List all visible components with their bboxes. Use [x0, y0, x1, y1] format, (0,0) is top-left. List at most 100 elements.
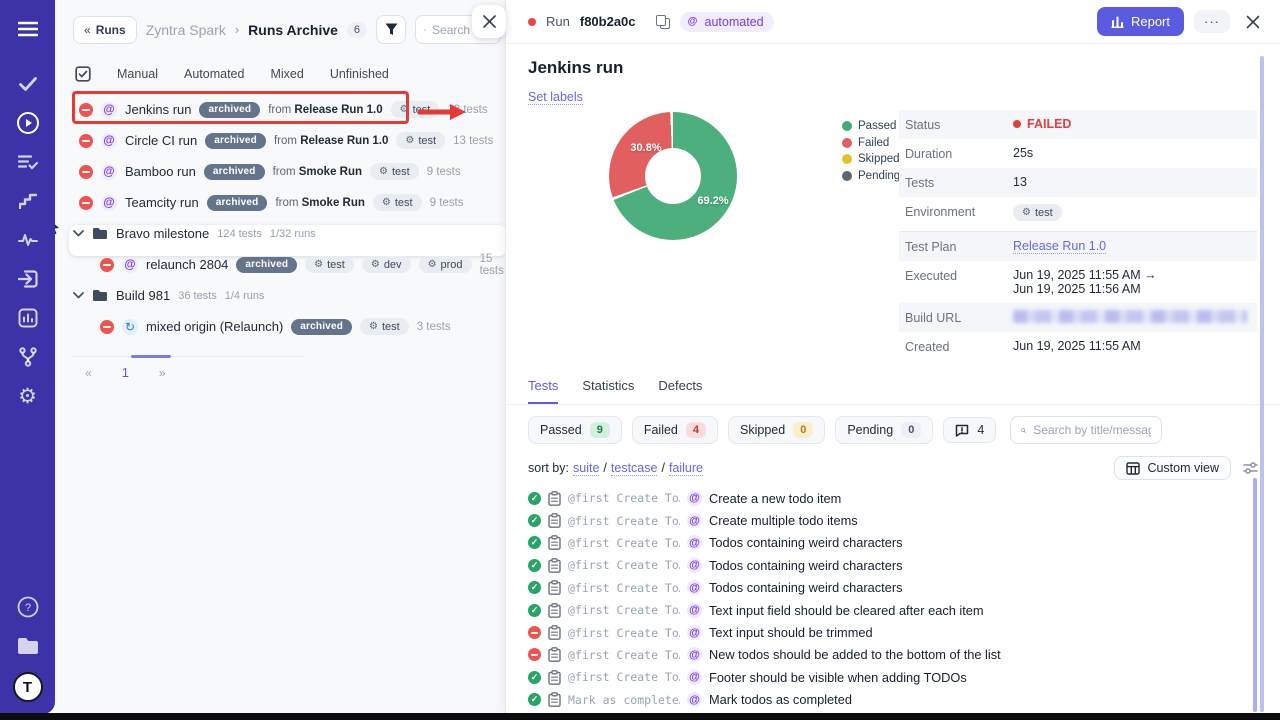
pagination: « 1 »	[73, 356, 303, 380]
clipboard-icon	[548, 535, 561, 550]
report-button[interactable]: Report	[1097, 7, 1184, 36]
gear-icon: ⚙	[405, 135, 414, 146]
gear-icon: ⚙	[314, 259, 323, 270]
run-row-relaunch-2804[interactable]: @ relaunch 2804 archived ⚙test ⚙dev ⚙pro…	[55, 249, 505, 280]
test-plans-icon[interactable]	[15, 149, 41, 175]
chevron-down-icon[interactable]	[73, 230, 84, 237]
filter-button[interactable]	[376, 15, 406, 44]
select-all-icon[interactable]	[75, 66, 91, 82]
next-page-button[interactable]: »	[159, 366, 166, 380]
test-row[interactable]: Mark as complete… @ Mark todos as comple…	[528, 689, 1280, 711]
menu-icon[interactable]	[15, 16, 41, 42]
test-row[interactable]: @first Create To… @ New todos should be …	[528, 644, 1280, 666]
tab-unfinished[interactable]: Unfinished	[330, 67, 389, 81]
failed-status-icon	[79, 103, 93, 117]
test-row[interactable]: @first Create To… @ Text input should be…	[528, 621, 1280, 643]
run-row-jenkins[interactable]: @ Jenkins run archived from Release Run …	[55, 94, 505, 125]
close-detail-button[interactable]	[1240, 11, 1266, 33]
detail-scrollbar[interactable]	[1260, 56, 1264, 712]
runs-count-badge: 6	[347, 22, 367, 38]
automated-run-icon: @	[101, 164, 117, 180]
chevron-down-icon[interactable]	[73, 292, 84, 299]
automated-icon: @	[687, 580, 702, 595]
folder-name: Bravo milestone	[116, 226, 209, 241]
env-tag: ⚙test	[373, 194, 422, 211]
test-row[interactable]: @first Create To… @ Todos containing wei…	[528, 577, 1280, 599]
sort-by-testcase[interactable]: testcase	[611, 461, 658, 476]
comment-icon	[955, 424, 969, 437]
help-icon[interactable]: ?	[15, 594, 41, 620]
tab-statistics[interactable]: Statistics	[582, 378, 634, 404]
profile-avatar[interactable]: T	[13, 672, 43, 702]
test-row[interactable]: @first Create To… @ Create multiple todo…	[528, 509, 1280, 531]
steps-icon[interactable]	[15, 188, 41, 214]
test-row[interactable]: @first Create To… @ Todos containing wei…	[528, 532, 1280, 554]
test-status-icon	[528, 536, 541, 549]
projects-folder-icon[interactable]	[15, 633, 41, 659]
build-url-redacted[interactable]	[1013, 310, 1247, 323]
view-settings-icon[interactable]	[1243, 461, 1258, 475]
test-suite-name: Mark as complete…	[568, 693, 680, 707]
close-runs-panel-button[interactable]	[472, 5, 506, 38]
filter-passed-button[interactable]: Passed 9	[528, 416, 622, 444]
custom-view-button[interactable]: Custom view	[1114, 456, 1231, 480]
analytics-icon[interactable]	[15, 305, 41, 331]
breadcrumb-project[interactable]: Zyntra Spark	[146, 22, 226, 38]
tab-defects[interactable]: Defects	[658, 378, 702, 404]
gear-icon: ⚙	[379, 166, 388, 177]
detail-topbar: Run f80b2a0c @ automated Report ···	[506, 0, 1280, 44]
run-row-mixed-origin[interactable]: ↻ mixed origin (Relaunch) archived ⚙test…	[55, 311, 505, 342]
test-row[interactable]: @first Create To… @ Text input field sho…	[528, 599, 1280, 621]
sort-by-failure[interactable]: failure	[669, 461, 703, 476]
search-icon	[1021, 424, 1026, 437]
import-icon[interactable]	[15, 266, 41, 292]
folder-row-build-981[interactable]: Build 981 36 tests 1/4 runs	[55, 280, 505, 311]
automated-icon: @	[687, 625, 702, 640]
test-plan-link[interactable]: Release Run 1.0	[1013, 239, 1106, 254]
test-suite-name: @first Create To…	[568, 514, 680, 528]
tab-mixed[interactable]: Mixed	[270, 67, 303, 81]
tests-check-icon[interactable]	[15, 71, 41, 97]
tests-search-field[interactable]	[1010, 416, 1162, 444]
runs-panel-header: « Runs Zyntra Spark › Runs Archive 6	[55, 0, 505, 44]
filter-comments-button[interactable]: 4	[943, 417, 996, 443]
folder-row-bravo-milestone[interactable]: Bravo milestone 124 tests 1/32 runs	[55, 218, 505, 249]
pulse-icon[interactable]	[15, 227, 41, 253]
filter-pending-button[interactable]: Pending 0	[835, 416, 933, 444]
run-row-circle-ci[interactable]: @ Circle CI run archived from Release Ru…	[55, 125, 505, 156]
back-to-runs-button[interactable]: « Runs	[73, 16, 137, 44]
run-row-teamcity[interactable]: @ Teamcity run archived from Smoke Run ⚙…	[55, 187, 505, 218]
test-row[interactable]: @first Create To… @ Todos containing wei…	[528, 554, 1280, 576]
copy-icon[interactable]	[656, 15, 670, 29]
run-row-bamboo[interactable]: @ Bamboo run archived from Smoke Run ⚙te…	[55, 156, 505, 187]
clipboard-icon	[548, 647, 561, 662]
tests-scrollbar[interactable]	[1253, 478, 1257, 712]
tab-automated[interactable]: Automated	[184, 67, 244, 81]
runs-play-icon[interactable]	[15, 110, 41, 136]
automated-run-icon: @	[101, 133, 117, 149]
filter-failed-button[interactable]: Failed 4	[632, 416, 718, 444]
tab-manual[interactable]: Manual	[117, 67, 158, 81]
mixed-run-icon: ↻	[122, 319, 138, 335]
sort-by-suite[interactable]: suite	[573, 461, 599, 476]
current-page[interactable]: 1	[122, 365, 129, 380]
set-labels-link[interactable]: Set labels	[528, 90, 583, 105]
info-row-created: Created Jun 19, 2025 11:55 AM	[899, 332, 1257, 361]
clipboard-icon	[548, 580, 561, 595]
filter-skipped-button[interactable]: Skipped 0	[728, 416, 825, 444]
more-options-button[interactable]: ···	[1194, 10, 1230, 33]
chart-section: 30.8% 69.2% Passed Failed Skipped Pendin…	[506, 106, 1280, 368]
info-row-environment: Environment ⚙test	[899, 197, 1257, 231]
tab-tests[interactable]: Tests	[528, 378, 558, 404]
tests-search-input[interactable]	[1033, 423, 1151, 437]
test-suite-name: @first Create To…	[568, 670, 680, 684]
settings-gear-icon[interactable]: ⚙	[15, 383, 41, 409]
test-row[interactable]: @first Create To… @ Footer should be vis…	[528, 666, 1280, 688]
prev-page-button[interactable]: «	[85, 366, 92, 380]
info-row-test-plan: Test Plan Release Run 1.0	[899, 232, 1257, 261]
test-suite-name: @first Create To…	[568, 648, 680, 662]
test-title: Create a new todo item	[709, 491, 841, 506]
branches-icon[interactable]	[15, 344, 41, 370]
test-row[interactable]: @first Create To… @ Create a new todo it…	[528, 487, 1280, 509]
failed-status-icon	[79, 134, 93, 148]
